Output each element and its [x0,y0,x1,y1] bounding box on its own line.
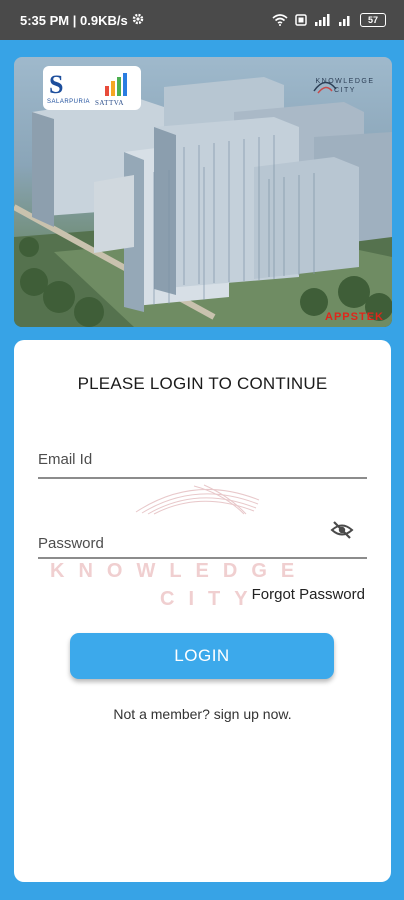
watermark-emblem-icon [135,484,260,515]
wifi-icon [272,14,288,26]
watermark-text-line1: KNOWLEDGE [50,560,309,582]
brand-partner: SATTVA [95,99,124,107]
status-right: 57 [272,13,386,27]
developer-tag: APPSTEK [325,311,384,323]
hero-banner: S SALARPURIA SATTVA KNOWLEDGE CITY APPST… [14,57,392,327]
status-time-speed: 5:35 PM | 0.9KB/s [20,12,128,28]
knowledge-city-logo: KNOWLEDGE CITY [310,77,380,95]
salarpuria-sattva-logo: S SALARPURIA SATTVA [43,66,141,110]
sim-card-icon [295,14,307,26]
email-field[interactable]: Email Id [38,451,92,468]
status-left: 5:35 PM | 0.9KB/s [20,13,144,28]
bar-graph-logo-icon [105,73,127,96]
password-field-underline [38,557,367,559]
eye-off-icon[interactable] [330,520,354,540]
knowledge-city-emblem-icon [313,81,337,94]
login-title: PLEASE LOGIN TO CONTINUE [77,374,328,393]
battery-icon: 57 [360,13,386,27]
status-bar: 5:35 PM | 0.9KB/s 57 [0,0,404,40]
brand-name: SALARPURIA [47,99,91,105]
login-card: PLEASE LOGIN TO CONTINUE KNOWLEDGE CITY … [14,340,391,882]
brand-logo-letter: S [49,70,64,99]
login-button[interactable]: LOGIN [70,633,334,679]
watermark-text-line2: CITY [160,588,262,610]
signup-link[interactable]: Not a member? sign up now. [14,706,391,722]
email-field-underline [38,477,367,479]
signal-strength-icon-2 [339,14,353,26]
password-field[interactable]: Password [38,535,104,552]
forgot-password-link[interactable]: Forgot Password [252,586,365,603]
signal-strength-icon [314,14,332,26]
gear-icon [132,13,144,28]
